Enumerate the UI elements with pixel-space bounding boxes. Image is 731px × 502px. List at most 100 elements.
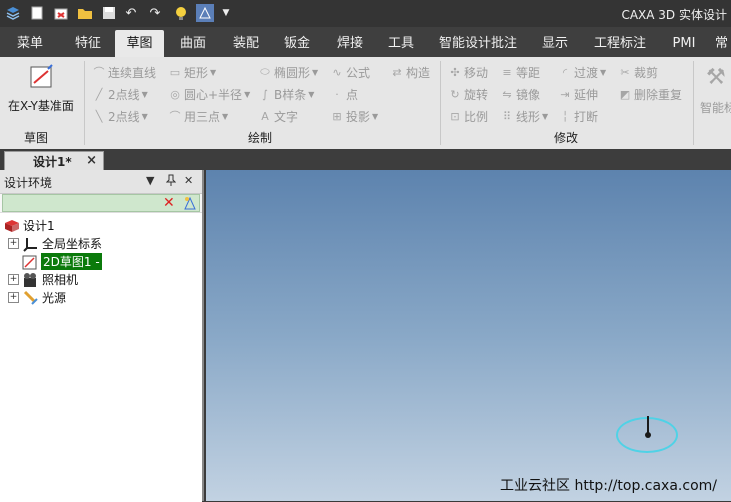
document-tab-strip: 设计1* × xyxy=(0,149,731,170)
project-button[interactable]: ⊞ 投影 ▼ xyxy=(330,107,378,125)
coordinate-system-icon xyxy=(23,236,39,252)
tree-label: 照相机 xyxy=(42,273,79,287)
formula-button[interactable]: ∿ 公式 xyxy=(330,63,370,81)
sketch-plane-icon xyxy=(28,63,56,94)
tree-item-2d-sketch[interactable]: 2D草图1 - xyxy=(22,253,102,270)
point-icon: · xyxy=(335,87,339,101)
app-logo-icon[interactable] xyxy=(4,4,22,22)
rotate-icon: ↻ xyxy=(450,87,460,101)
polyline-button[interactable]: ⌒ 连续直线 xyxy=(92,63,157,81)
expand-icon[interactable]: + xyxy=(8,238,19,249)
polyline-icon: ⌒ xyxy=(93,66,105,79)
new-file-icon[interactable] xyxy=(28,4,46,22)
delete-duplicate-button[interactable]: ◩ 删除重复 xyxy=(618,85,682,103)
tab-sketch[interactable]: 草图 xyxy=(115,30,164,57)
pin-icon[interactable] xyxy=(165,174,177,189)
ellipse-button[interactable]: ⬭ 椭圆形 ▼ xyxy=(258,63,318,81)
two-point-line-button[interactable]: ╱ 2点线 ▼ xyxy=(92,85,148,103)
move-icon: ✣ xyxy=(450,65,460,79)
tab-pmi[interactable]: PMI xyxy=(664,33,704,57)
linear-pattern-icon: ⠿ xyxy=(502,109,512,123)
break-icon: ╎ xyxy=(561,109,569,123)
scale-button[interactable]: ⊡ 比例 xyxy=(448,107,488,125)
save-icon[interactable] xyxy=(100,4,118,22)
close-panel-icon[interactable]: ✕ xyxy=(184,174,193,187)
panel-dropdown-icon[interactable]: ▼ xyxy=(146,174,154,187)
panel-toolbar: ✕ xyxy=(2,194,200,212)
tangent-line-button[interactable]: ╲ 2点线 ▼ xyxy=(92,107,148,125)
tab-welding[interactable]: 焊接 xyxy=(328,33,372,57)
new-design-icon[interactable] xyxy=(52,4,70,22)
open-folder-icon[interactable] xyxy=(76,4,94,22)
ribbon: 在X-Y基准面 草图 ⌒ 连续直线 ▭ 矩形 ▼ ⬭ 椭圆形 ▼ ∿ 公式 ⇄ 构造 ╱ 2点线… xyxy=(0,57,731,150)
smart-annotation-icon[interactable] xyxy=(196,4,214,22)
tab-tools[interactable]: 工具 xyxy=(379,33,423,57)
offset-button[interactable]: ≡ 等距 xyxy=(500,63,540,81)
bspline-button[interactable]: ∫ B样条 ▼ xyxy=(258,85,314,103)
close-icon[interactable]: × xyxy=(86,153,97,168)
group-label-draw: 绘制 xyxy=(248,131,273,145)
plane-sketch-button[interactable]: 在X-Y基准面 xyxy=(4,59,80,119)
tab-display[interactable]: 显示 xyxy=(533,33,577,57)
mirror-icon: ⇋ xyxy=(502,87,512,101)
tab-assembly[interactable]: 装配 xyxy=(224,33,268,57)
tree-label: 光源 xyxy=(42,291,67,305)
trim-button[interactable]: ✂ 裁剪 xyxy=(618,63,658,81)
tree-item-camera[interactable]: + 照相机 xyxy=(8,271,78,288)
delete-icon[interactable]: ✕ xyxy=(163,195,175,211)
tangent-line-icon: ╲ xyxy=(95,109,103,123)
tab-smart-annotation[interactable]: 智能设计批注 xyxy=(436,33,520,57)
expand-icon[interactable]: + xyxy=(8,274,19,285)
sketch-icon xyxy=(22,254,38,270)
bspline-icon: ∫ xyxy=(262,87,268,101)
linear-pattern-button[interactable]: ⠿ 线形 ▼ xyxy=(500,107,548,125)
tab-feature[interactable]: 特征 xyxy=(66,33,110,57)
design-environment-panel: 设计环境 ▼ ✕ ✕ 设计1 + 全局坐标系 2D草图1 - + 照相机 + 光… xyxy=(0,170,204,502)
redo-icon[interactable]: ↷ xyxy=(146,4,164,22)
construct-button[interactable]: ⇄ 构造 xyxy=(390,63,430,81)
design-tree: 设计1 + 全局坐标系 2D草图1 - + 照相机 + 光源 xyxy=(0,212,202,502)
tab-common[interactable]: 常 xyxy=(712,33,731,57)
arc-icon: ⌒ xyxy=(169,110,181,123)
group-label-modify: 修改 xyxy=(554,131,579,145)
mirror-button[interactable]: ⇋ 镜像 xyxy=(500,85,540,103)
ellipse-icon: ⬭ xyxy=(260,65,270,78)
menu-tabs: 菜单 特征 草图 曲面 装配 钣金 焊接 工具 智能设计批注 显示 工程标注 P… xyxy=(0,27,731,57)
extend-button[interactable]: ⇥ 延伸 xyxy=(558,85,598,103)
rectangle-button[interactable]: ▭ 矩形 ▼ xyxy=(168,63,216,81)
tab-menu[interactable]: 菜单 xyxy=(8,33,52,57)
break-button[interactable]: ╎ 打断 xyxy=(558,107,598,125)
undo-icon[interactable]: ↶ xyxy=(122,4,140,22)
offset-icon: ≡ xyxy=(502,65,512,79)
text-button[interactable]: A 文字 xyxy=(258,107,298,125)
document-tab[interactable]: 设计1* × xyxy=(4,151,104,170)
circle-icon: ◎ xyxy=(170,87,180,101)
tab-engineering-annotation[interactable]: 工程标注 xyxy=(591,33,649,57)
tree-label: 2D草图1 - xyxy=(41,253,102,270)
fillet-icon: ◜ xyxy=(562,65,568,79)
light-icon xyxy=(23,290,39,306)
design-bulb-icon[interactable] xyxy=(172,4,190,22)
tree-item-light-source[interactable]: + 光源 xyxy=(8,289,66,306)
quick-access-dropdown-icon[interactable]: ▼ xyxy=(217,4,235,22)
tree-item-global-coordinates[interactable]: + 全局坐标系 xyxy=(8,235,102,252)
project-icon: ⊞ xyxy=(332,109,342,123)
move-button[interactable]: ✣ 移动 xyxy=(448,63,488,81)
group-label-sketch: 草图 xyxy=(24,131,49,145)
text-icon: A xyxy=(261,109,269,123)
tab-sheet-metal[interactable]: 钣金 xyxy=(275,33,319,57)
smart-annotation-ribbon-button[interactable]: ⚒ 智能标 xyxy=(698,59,731,123)
scale-icon: ⊡ xyxy=(450,109,460,123)
rotate-button[interactable]: ↻ 旋转 xyxy=(448,85,488,103)
extend-icon: ⇥ xyxy=(560,87,570,101)
circle-center-radius-button[interactable]: ◎ 圆心+半径 ▼ xyxy=(168,85,250,103)
fillet-button[interactable]: ◜ 过渡 ▼ xyxy=(558,63,606,81)
design-viewport[interactable]: 工业云社区 http://top.caxa.com/ xyxy=(206,170,731,501)
tree-item-design[interactable]: 设计1 xyxy=(4,217,55,234)
line-icon: ╱ xyxy=(95,87,103,101)
tab-surface[interactable]: 曲面 xyxy=(171,33,215,57)
point-button[interactable]: · 点 xyxy=(330,85,358,103)
three-point-arc-button[interactable]: ⌒ 用三点 ▼ xyxy=(168,107,229,125)
group-divider xyxy=(84,61,85,145)
expand-icon[interactable]: + xyxy=(8,292,19,303)
